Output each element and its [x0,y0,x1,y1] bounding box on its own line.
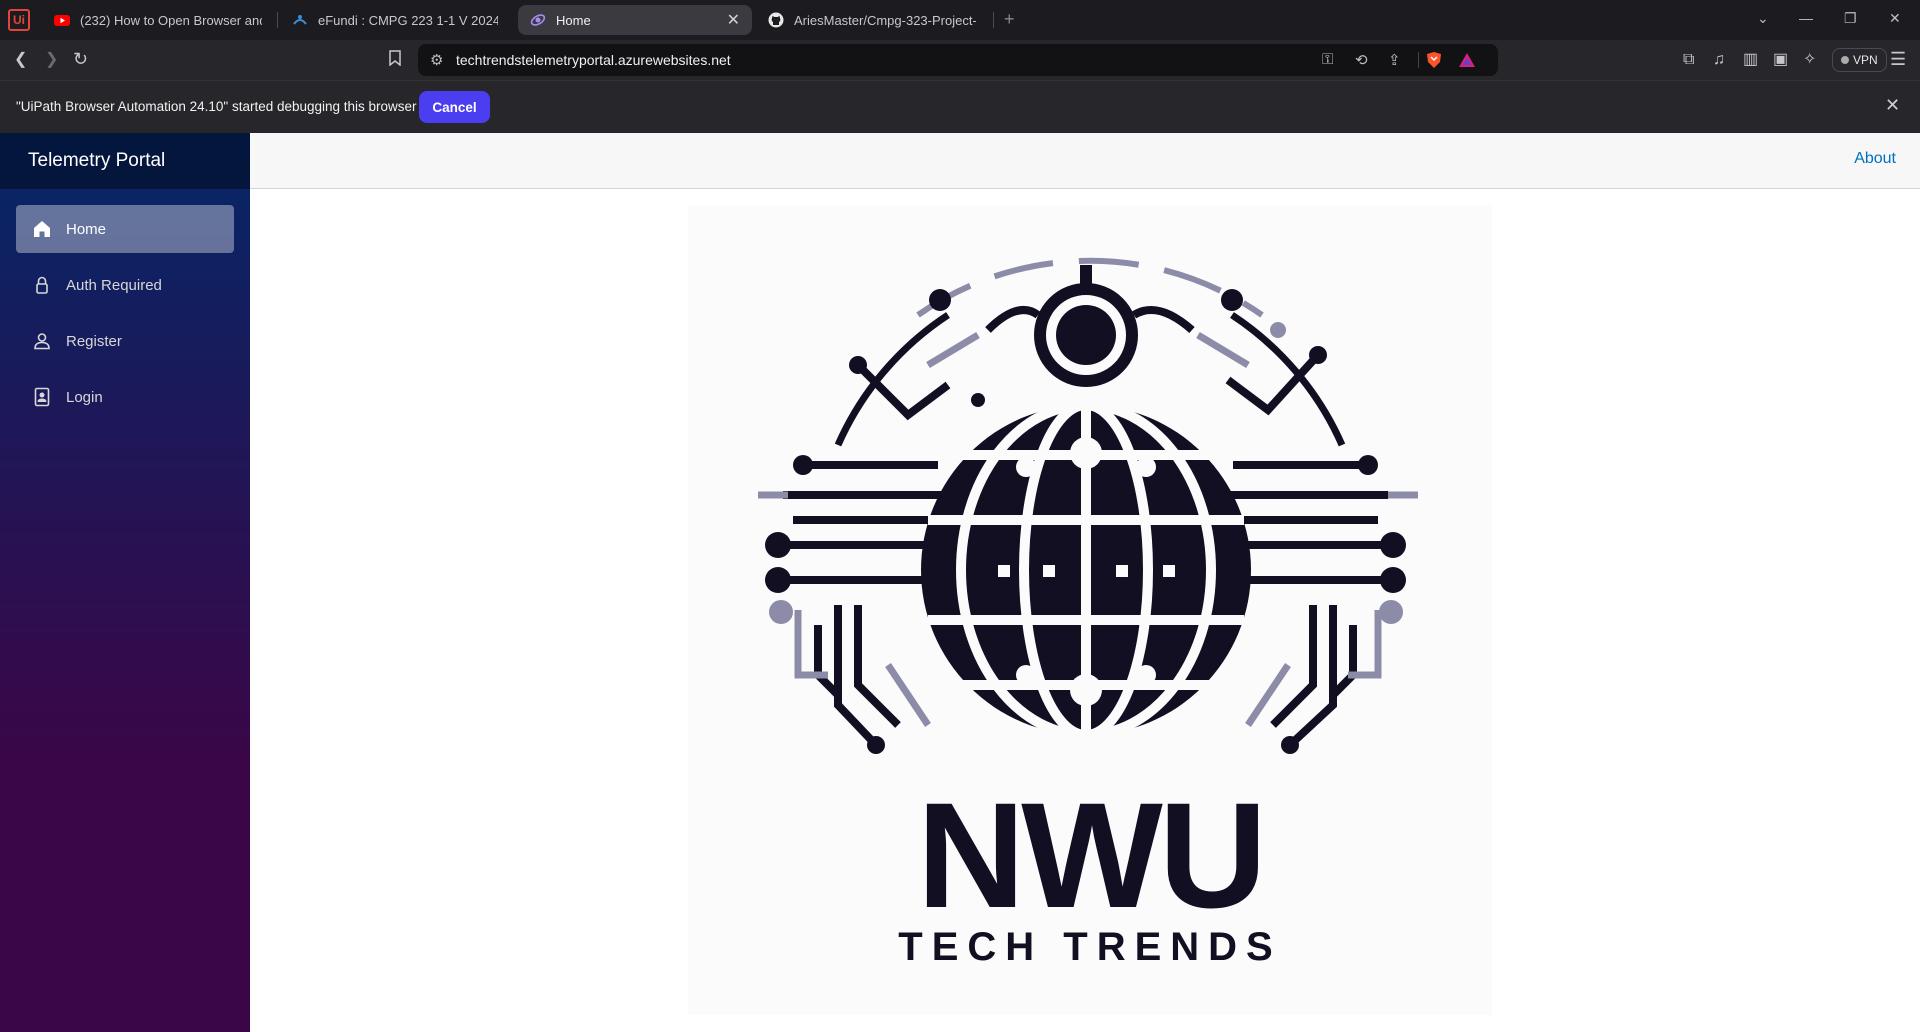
logo-subtitle: TECH TRENDS [898,925,1282,969]
tab-divider [277,12,278,28]
sidebar: Telemetry Portal Home Auth Required Regi… [0,133,250,1032]
vpn-button[interactable]: VPN [1832,48,1887,72]
key-icon[interactable]: ⚿ [1322,51,1333,68]
tab-list-chevron-icon[interactable]: ⌄ [1757,10,1769,27]
sidebar-item-label: Register [66,332,122,350]
logo-title: NWU [916,771,1267,939]
globe-circuit-emblem [758,257,1418,754]
nwu-tech-trends-logo: NWU TECH TRENDS [688,205,1492,1015]
home-icon [34,221,50,237]
brave-rewards-icon[interactable] [1458,52,1476,68]
menu-icon[interactable]: ☰ [1890,49,1906,69]
back-icon[interactable]: ❮ [14,50,27,70]
close-infobar-icon[interactable]: ✕ [1885,95,1900,116]
bookmark-icon[interactable] [388,50,402,72]
url-text[interactable]: techtrendstelemetryportal.azurewebsites.… [456,52,731,68]
tab-home[interactable]: Home ✕ [518,5,752,35]
close-tab-icon[interactable]: ✕ [717,10,740,30]
leo-ai-icon[interactable]: ✧ [1803,50,1816,70]
sidebar-item-label: Login [66,388,103,406]
address-bar[interactable]: ⚙ techtrendstelemetryportal.azurewebsite… [418,44,1498,76]
sidebar-item-label: Auth Required [66,276,162,294]
tab-youtube[interactable]: (232) How to Open Browser and Log [42,5,274,35]
uipath-app-icon[interactable]: Ui [8,9,30,31]
lock-icon [36,276,48,294]
tab-github[interactable]: AriesMaster/Cmpg-323-Project-4-3 [756,5,988,35]
media-icon[interactable]: ♫ [1713,50,1725,70]
sidebar-item-register[interactable]: Register [16,317,234,365]
badge-icon [34,387,50,407]
site-settings-icon[interactable]: ⚙ [430,51,443,69]
brand-title[interactable]: Telemetry Portal [0,133,250,189]
tab-label: Home [556,12,591,28]
tab-label: eFundi : CMPG 223 1-1 V 2024 : Tes [318,12,498,28]
github-icon [768,12,784,28]
wallet-icon[interactable]: ▣ [1773,50,1788,70]
urlbar-divider [1418,52,1419,68]
youtube-icon [54,15,70,26]
forward-icon[interactable]: ❯ [45,50,58,70]
sidebar-item-home[interactable]: Home [16,205,234,253]
tab-label: AriesMaster/Cmpg-323-Project-4-3 [794,12,976,28]
infobar-message: "UiPath Browser Automation 24.10" starte… [16,99,417,114]
top-nav: About [250,133,1920,189]
tab-divider [993,12,994,28]
share-icon[interactable]: ⇪ [1388,51,1401,69]
history-icon[interactable]: ⟲ [1355,51,1368,69]
vpn-label: VPN [1853,53,1878,67]
restore-icon[interactable]: ❐ [1844,10,1857,27]
new-tab-button[interactable]: + [1004,9,1015,30]
cancel-button[interactable]: Cancel [419,91,490,123]
tab-efundi[interactable]: eFundi : CMPG 223 1-1 V 2024 : Tes [280,5,510,35]
minimize-icon[interactable]: — [1799,10,1813,26]
sidebar-item-label: Home [66,220,107,238]
tab-label: (232) How to Open Browser and Log [80,12,262,28]
brave-shield-icon[interactable] [1426,51,1442,69]
efundi-icon [293,15,307,25]
person-icon [34,333,50,350]
portal-icon [530,14,546,26]
reload-icon[interactable]: ↻ [73,49,88,69]
sidebar-item-auth-required[interactable]: Auth Required [16,261,234,309]
close-window-icon[interactable]: ✕ [1889,10,1901,27]
sidebar-item-login[interactable]: Login [16,373,234,421]
sidebar-toggle-icon[interactable]: ▥ [1743,50,1758,70]
vpn-status-icon [1841,56,1849,64]
extensions-icon[interactable]: ⧉ [1683,50,1694,70]
debugging-infobar: "UiPath Browser Automation 24.10" starte… [0,80,1920,133]
about-link[interactable]: About [1854,150,1896,168]
